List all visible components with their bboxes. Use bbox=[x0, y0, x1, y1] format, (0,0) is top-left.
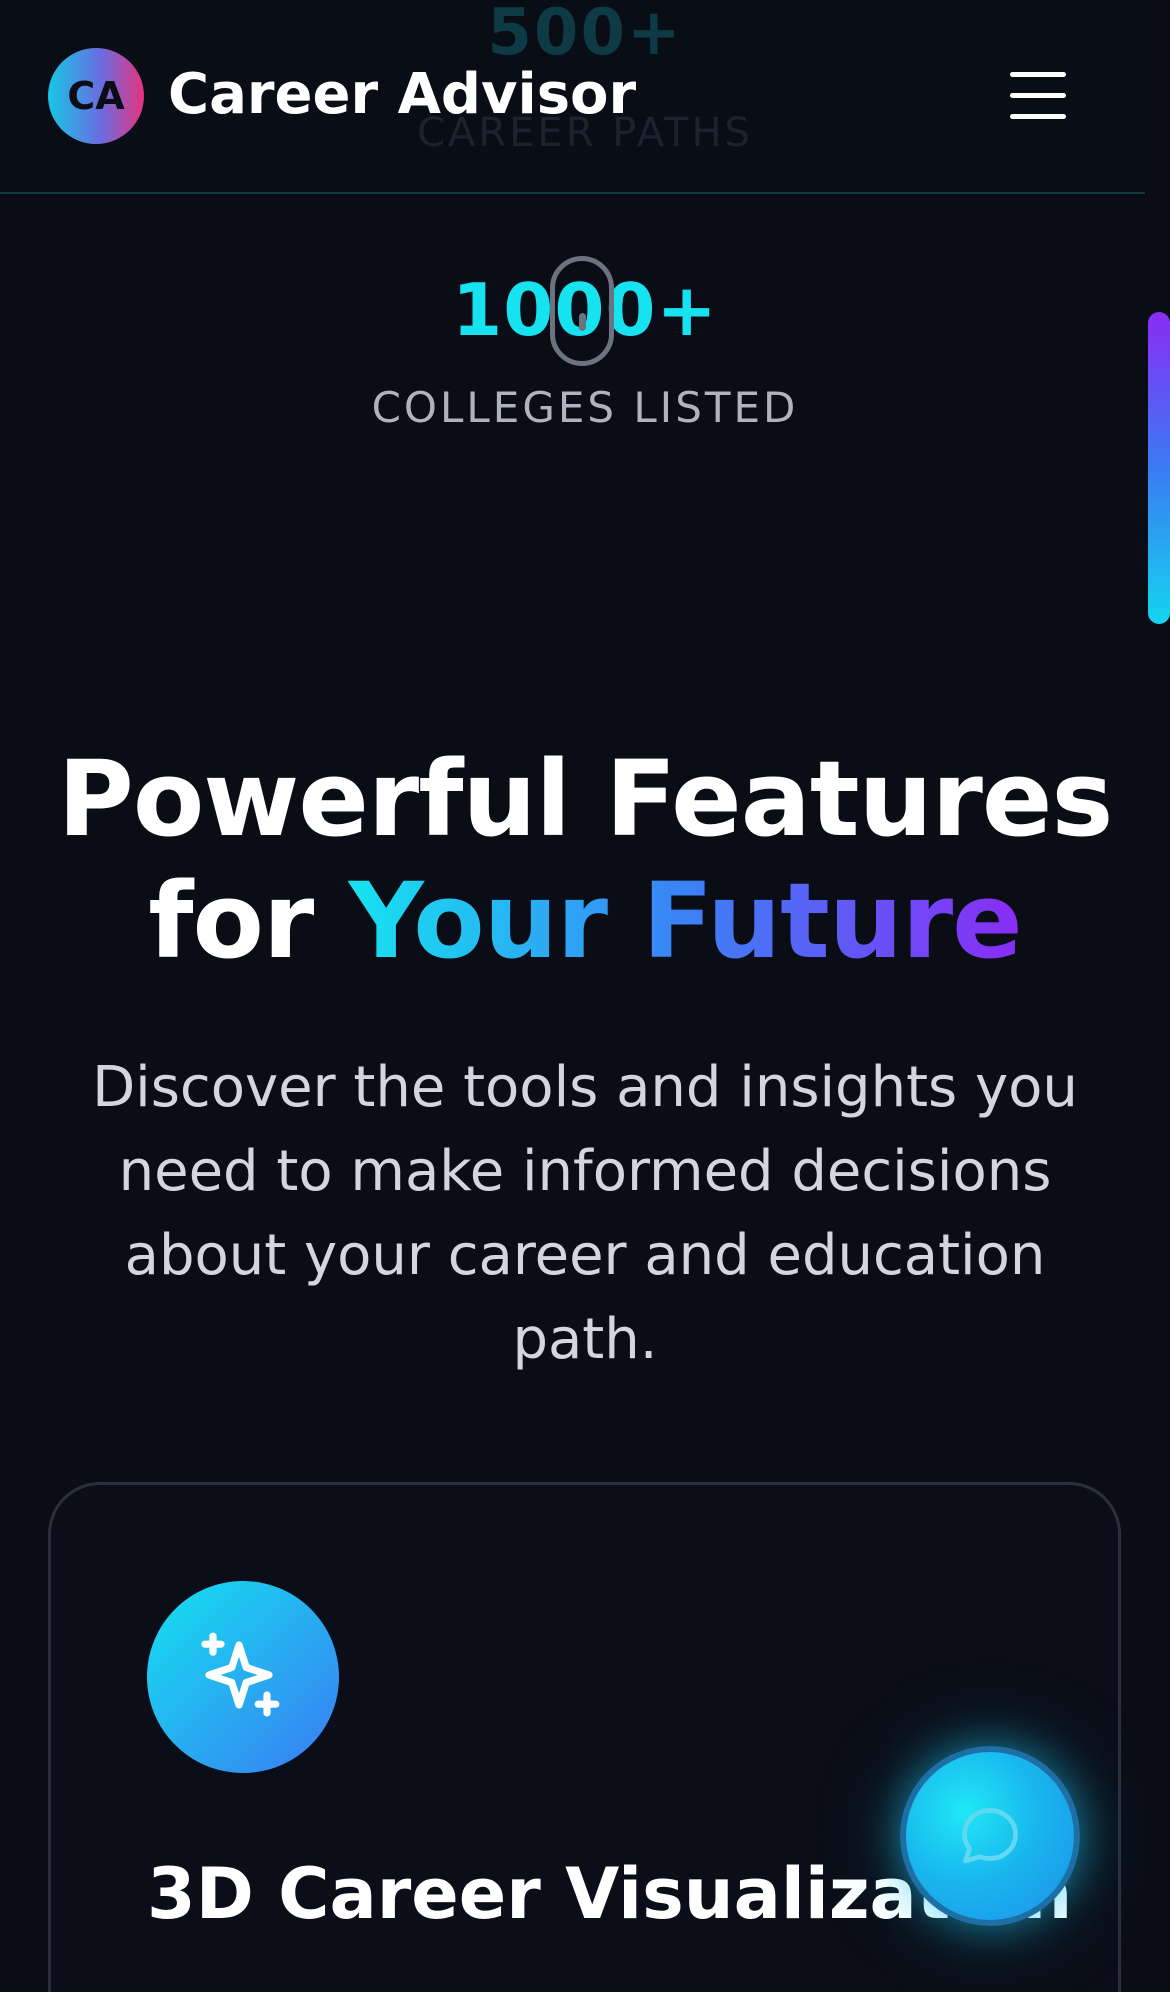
hamburger-menu-icon[interactable] bbox=[998, 66, 1078, 126]
stat-value: 500+ bbox=[487, 0, 683, 70]
scrollbar-thumb[interactable] bbox=[1148, 312, 1170, 624]
chat-bubble-icon bbox=[962, 1808, 1018, 1864]
scroll-mouse-icon bbox=[550, 256, 614, 366]
section-title-for: for bbox=[148, 860, 349, 982]
section-title-line2: for Your Future bbox=[0, 860, 1170, 982]
brand-name[interactable]: Career Advisor bbox=[168, 62, 636, 127]
sparkles-icon bbox=[201, 1632, 280, 1717]
section-title: Powerful Features for Your Future bbox=[0, 738, 1170, 982]
page: 500+ CAREER PATHS CA Career Advisor 1000… bbox=[0, 0, 1170, 1992]
section-description: Discover the tools and insights you need… bbox=[92, 1055, 1078, 1372]
feature-icon-badge bbox=[147, 1581, 339, 1773]
chat-button[interactable] bbox=[900, 1746, 1080, 1926]
stat-colleges-label: COLLEGES LISTED bbox=[371, 383, 799, 432]
section-title-highlight: Your Future bbox=[348, 860, 1022, 982]
logo-initials: CA bbox=[67, 74, 125, 118]
section-title-line1: Powerful Features bbox=[57, 738, 1114, 860]
brand-logo[interactable]: CA bbox=[48, 48, 144, 144]
